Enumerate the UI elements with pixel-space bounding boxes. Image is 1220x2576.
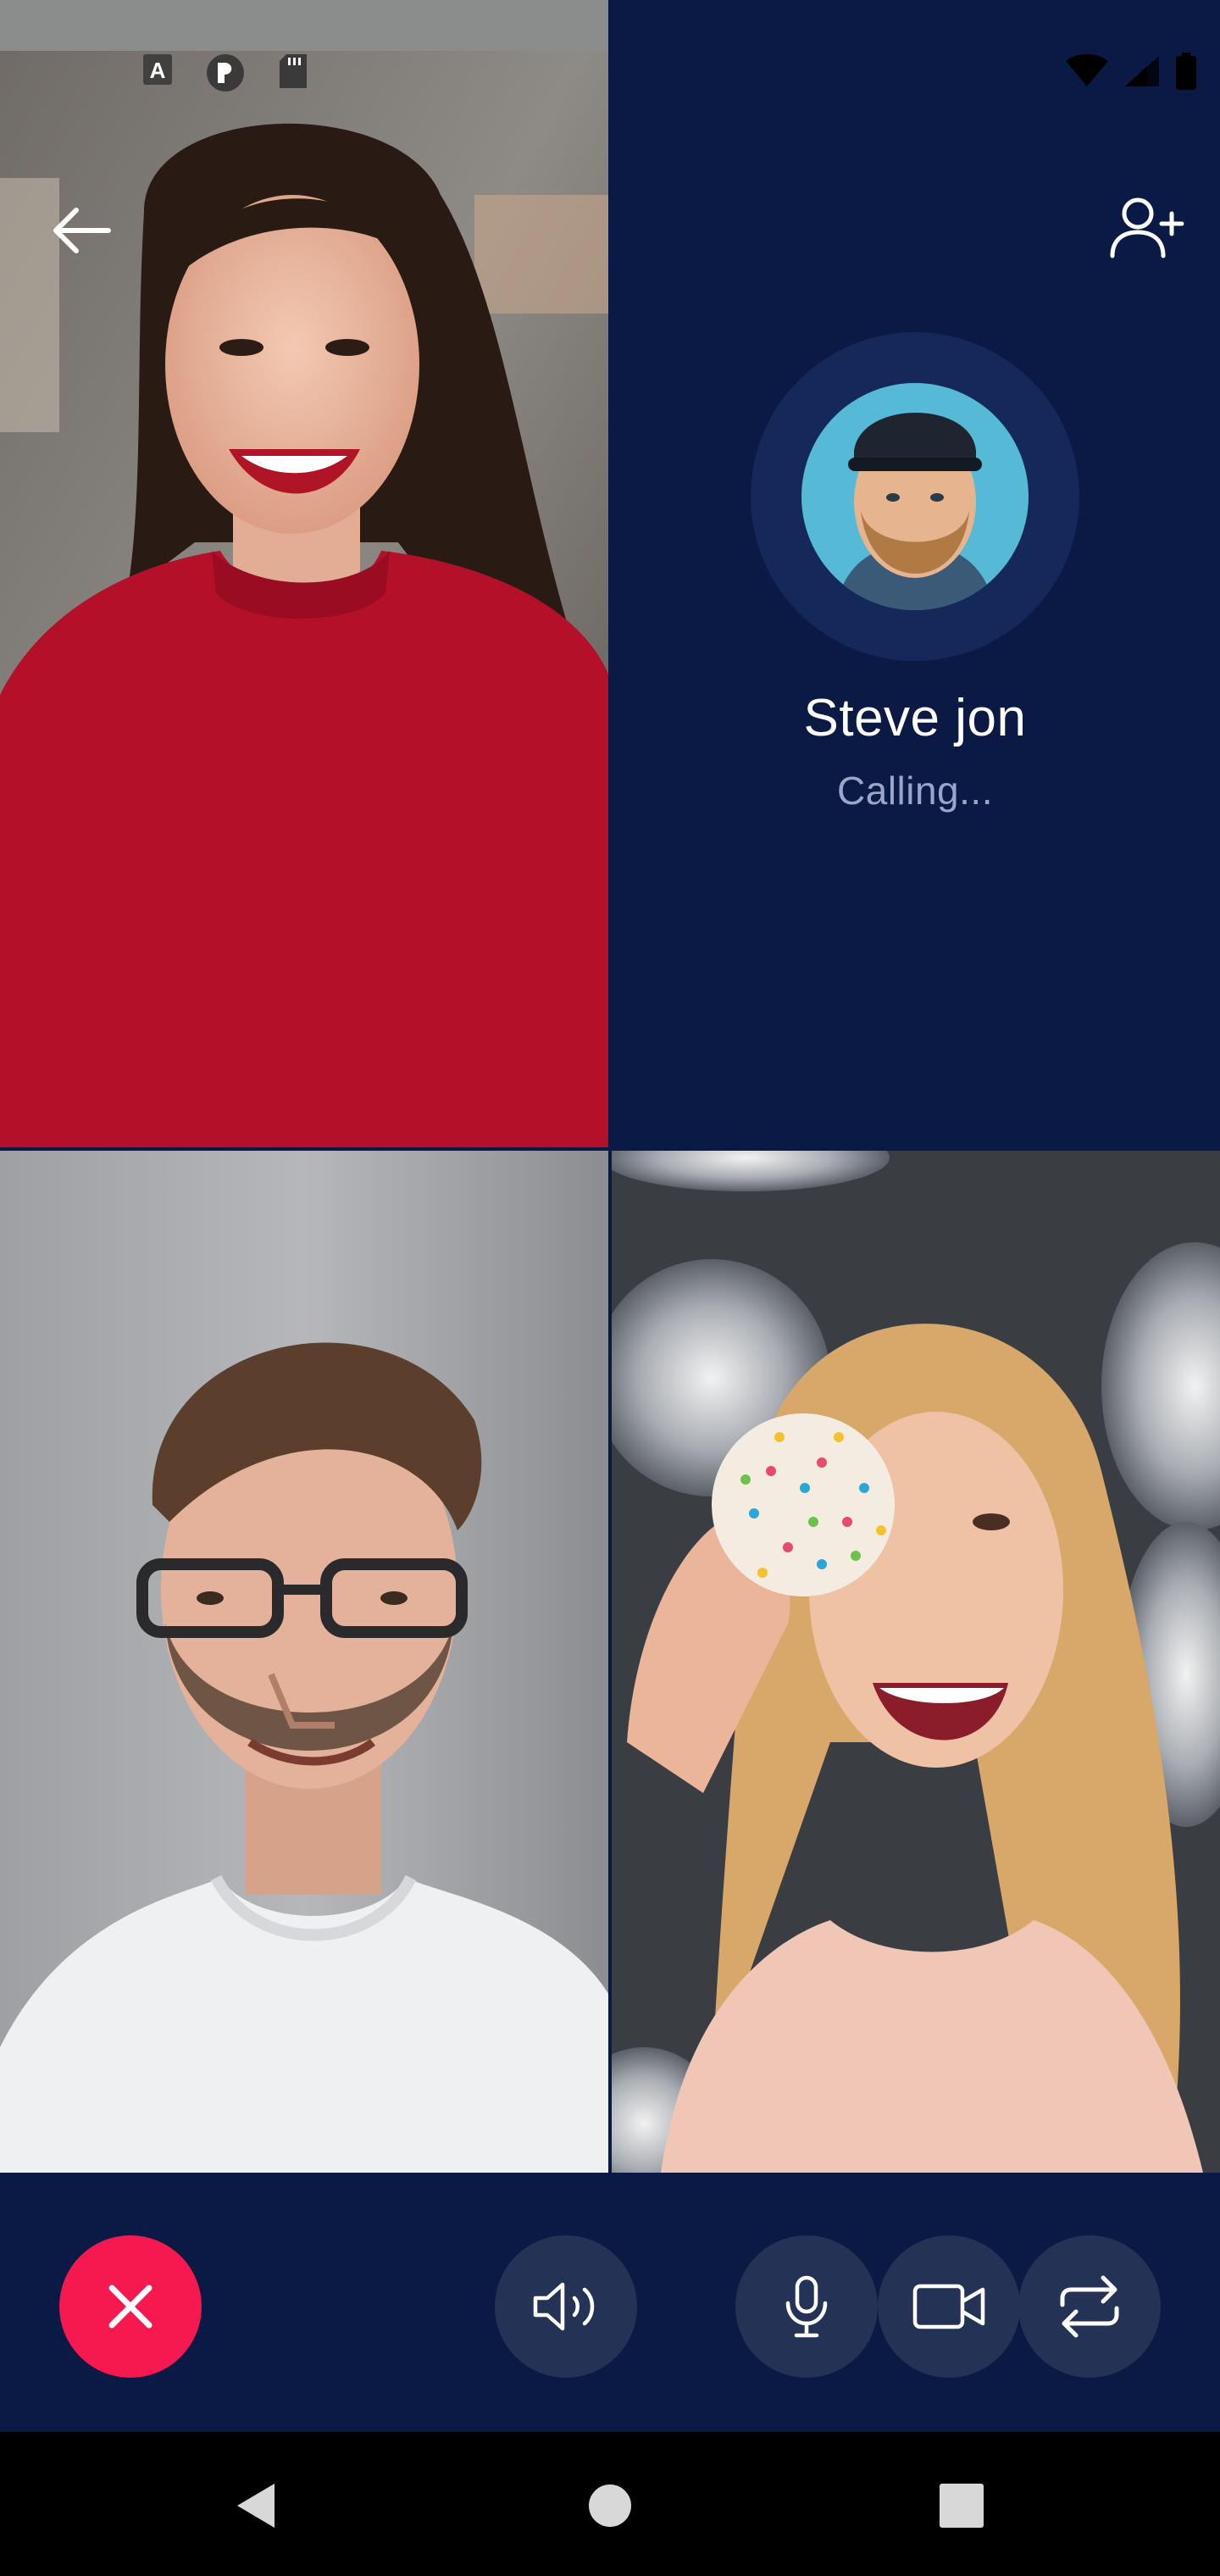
video-camera-button[interactable] [878, 2235, 1020, 2378]
man-glasses-photo [0, 1149, 610, 2173]
call-control-bar [0, 2173, 1220, 2432]
mic-icon [785, 2275, 828, 2338]
switch-camera-icon [1060, 2275, 1119, 2338]
end-call-button[interactable] [59, 2235, 202, 2378]
caller-avatar-ring [751, 332, 1079, 661]
participant-video-woman-red-top[interactable] [0, 0, 610, 1149]
nav-back-button[interactable] [217, 2468, 293, 2544]
mic-button[interactable] [735, 2235, 878, 2378]
woman-donut-photo [610, 1149, 1220, 2173]
woman-red-top-photo [0, 0, 610, 1149]
system-nav-bar [0, 2432, 1220, 2576]
nav-recents-button[interactable] [923, 2468, 1000, 2544]
nav-recents-icon [940, 2484, 984, 2528]
add-user-icon [1110, 197, 1184, 258]
speaker-button[interactable] [495, 2235, 637, 2378]
participant-video-woman-donut[interactable] [610, 1149, 1220, 2173]
back-arrow-icon [53, 208, 111, 253]
caller-avatar[interactable] [801, 383, 1029, 610]
nav-home-icon [589, 2484, 631, 2527]
caller-name: Steve jon [803, 689, 1027, 747]
caller-avatar-photo [801, 383, 1029, 610]
close-icon [108, 2285, 152, 2329]
switch-camera-button[interactable] [1018, 2235, 1161, 2378]
nav-back-icon [237, 2484, 274, 2528]
add-participant-button[interactable] [1103, 185, 1191, 273]
participant-video-man-glasses[interactable] [0, 1149, 610, 2173]
nav-home-button[interactable] [572, 2468, 648, 2544]
tile-divider-horizontal [0, 1147, 1220, 1151]
video-camera-icon [912, 2284, 985, 2329]
speaker-icon [533, 2282, 595, 2331]
back-button[interactable] [41, 190, 122, 271]
caller-status: Calling... [837, 769, 993, 813]
tile-divider-vertical [608, 0, 612, 2173]
